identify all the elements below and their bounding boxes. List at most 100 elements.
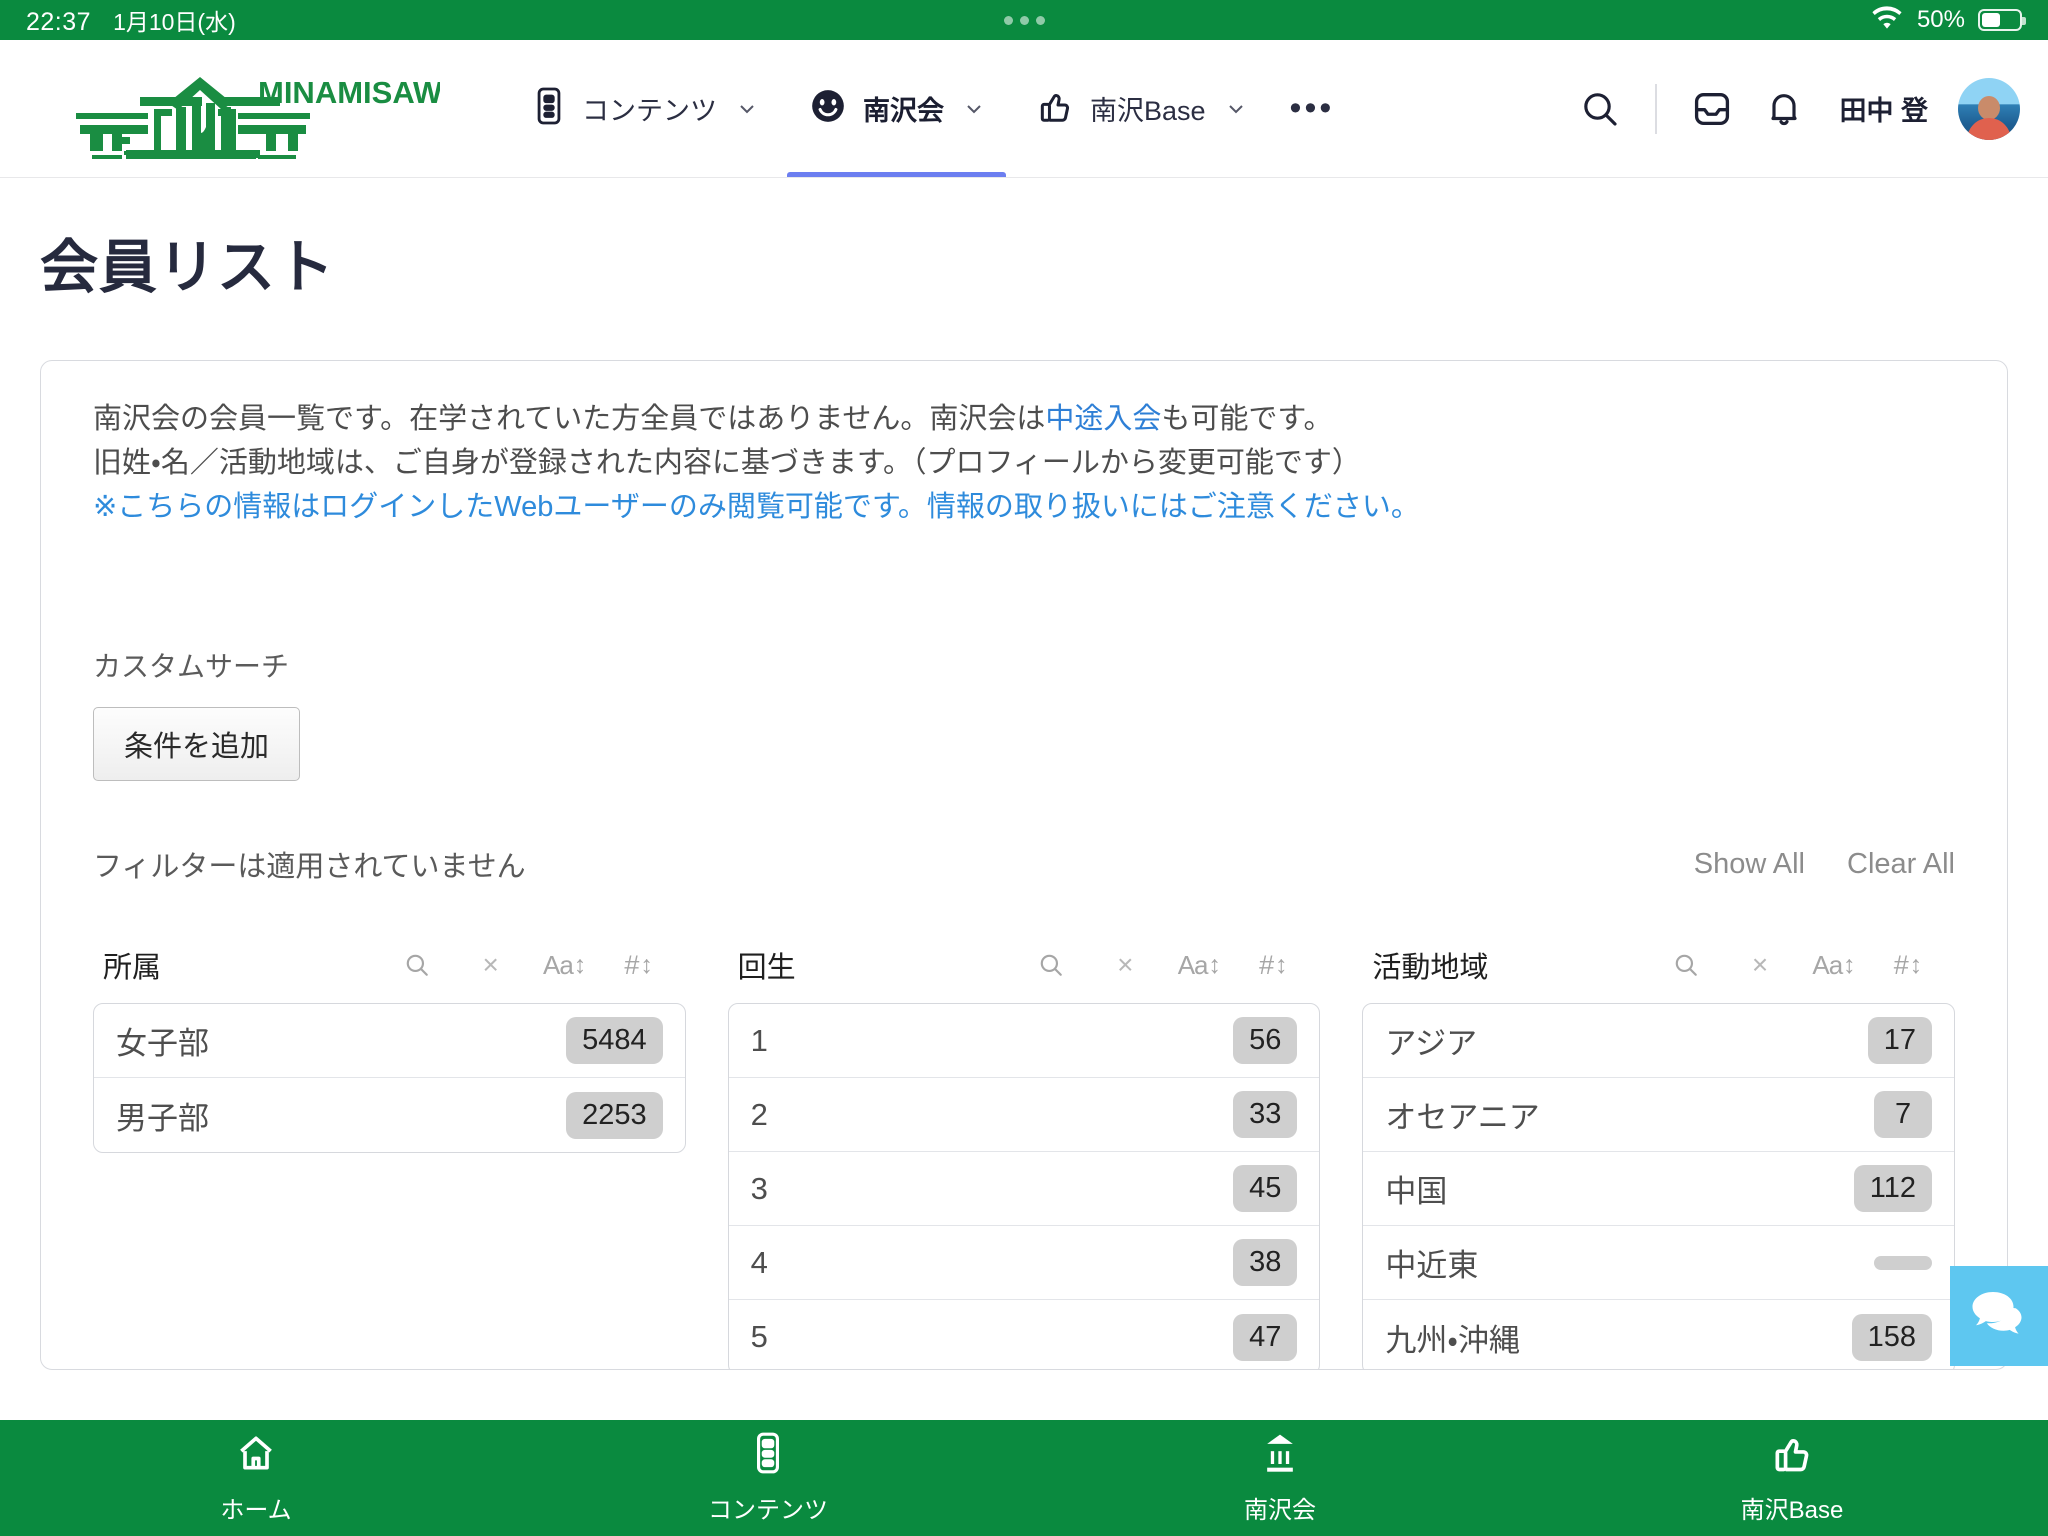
nav-item-label: コンテンツ <box>582 96 717 126</box>
chat-bubbles-icon <box>1970 1288 2028 1345</box>
facet-column-kaisei: 回生 × Aa ↕ # ↕ 1 56 2 33 3 45 4 38 5 47 <box>727 943 1321 1369</box>
nav-item-minamisawakai[interactable]: 南沢会 <box>783 40 1010 177</box>
custom-search-label: カスタムサーチ <box>93 651 290 683</box>
facet-item-count: 112 <box>1853 1165 1933 1213</box>
status-bar-right: 50% <box>1870 5 2026 36</box>
document-icon <box>746 1431 790 1480</box>
facet-item-count: 158 <box>1851 1313 1933 1361</box>
list-item[interactable]: 3 45 <box>728 1152 1320 1227</box>
show-all-button[interactable]: Show All <box>1694 848 1805 881</box>
list-item[interactable]: 4 38 <box>728 1226 1320 1301</box>
filter-bar: フィルターは適用されていません Show All Clear All <box>93 843 1955 885</box>
facet-sort-alpha-arrows: ↕ <box>1843 950 1856 979</box>
facet-sort-alpha-arrows: ↕ <box>573 950 587 979</box>
facet-search-icon[interactable] <box>1014 943 1088 987</box>
facet-sort-alpha-label: Aa <box>1177 949 1209 980</box>
status-date: 1月10日(水) <box>113 9 236 35</box>
list-item[interactable]: オセアニア 7 <box>1363 1078 1955 1153</box>
search-icon[interactable] <box>1569 78 1631 140</box>
app-root: 22:37 1月10日(水) 50% MINAMISAW コンテンツ 南沢会 南… <box>0 0 2048 1536</box>
facet-sort-alpha-icon[interactable]: Aa ↕ <box>1162 943 1236 987</box>
minamisawa-logo[interactable]: MINAMISAWA <box>40 40 440 177</box>
battery-percent: 50% <box>1916 6 1965 33</box>
facet-sort-numeric-icon[interactable]: # ↕ <box>1871 943 1945 987</box>
status-center-indicator <box>0 15 2048 25</box>
main-content: 会員リスト 南沢会の会員一覧です。在学されていた方全員ではありません。南沢会は中… <box>0 178 2048 1420</box>
facet-list: 女子部 5484 男子部 2253 <box>93 1003 686 1154</box>
description-note: ※こちらの情報はログインしたWebユーザーのみ閲覧可能です。情報の取り扱いにはご… <box>93 491 1420 524</box>
facet-list: 1 56 2 33 3 45 4 38 5 47 <box>727 1003 1321 1369</box>
bottom-tab-bar: ホーム コンテンツ 南沢会 南沢Base <box>0 1420 2048 1536</box>
list-item[interactable]: 中近東 <box>1363 1226 1955 1301</box>
filter-actions: Show All Clear All <box>1694 848 1955 881</box>
nav-item-contents[interactable]: コンテンツ <box>506 40 783 177</box>
description-line-1: 南沢会の会員一覧です。在学されていた方全員ではありません。南沢会は中途入会も可能… <box>93 397 1955 441</box>
list-item[interactable]: 1 56 <box>728 1004 1320 1079</box>
list-item[interactable]: 2 33 <box>728 1078 1320 1153</box>
facet-item-count: 5484 <box>566 1017 663 1065</box>
facet-sort-numeric-label: # <box>1259 949 1275 980</box>
facet-item-label: 1 <box>750 1022 768 1058</box>
list-item[interactable]: アジア 17 <box>1363 1004 1955 1079</box>
avatar[interactable] <box>1958 77 2020 140</box>
battery-icon <box>1978 9 2026 31</box>
add-condition-button[interactable]: 条件を追加 <box>93 707 301 782</box>
facet-item-count: 7 <box>1874 1091 1933 1139</box>
description-block: 南沢会の会員一覧です。在学されていた方全員ではありません。南沢会は中途入会も可能… <box>67 397 1981 529</box>
chat-widget-button[interactable] <box>1950 1266 2048 1366</box>
filter-status-text: フィルターは適用されていません <box>93 851 526 884</box>
chevron-down-icon <box>737 99 757 119</box>
app-header: MINAMISAWA コンテンツ <box>0 40 2048 178</box>
facet-item-count: 2253 <box>566 1091 663 1139</box>
facet-sort-numeric-icon[interactable]: # ↕ <box>602 943 676 987</box>
facet-clear-icon[interactable]: × <box>1723 943 1797 987</box>
facet-item-label: アジア <box>1385 1026 1478 1062</box>
tab-minamisawakai[interactable]: 南沢会 <box>1024 1420 1536 1536</box>
tab-label: 南沢Base <box>1740 1497 1844 1524</box>
header-divider <box>1655 83 1658 134</box>
list-item[interactable]: 5 47 <box>729 1300 1320 1369</box>
tab-home[interactable]: ホーム <box>0 1420 512 1536</box>
member-list-panel: 南沢会の会員一覧です。在学されていた方全員ではありません。南沢会は中途入会も可能… <box>40 360 2008 1370</box>
facet-sort-alpha-icon[interactable]: Aa ↕ <box>528 943 602 987</box>
facet-search-icon[interactable] <box>380 943 454 987</box>
tab-label: ホーム <box>220 1497 292 1524</box>
nav-more-button[interactable]: ••• <box>1272 40 1353 177</box>
chuuto-nyuukai-link[interactable]: 中途入会 <box>1045 403 1161 435</box>
clear-all-button[interactable]: Clear All <box>1847 848 1955 881</box>
facet-search-icon[interactable] <box>1649 943 1723 987</box>
nav-item-label: 南沢Base <box>1090 96 1206 126</box>
bank-icon <box>1258 1431 1302 1480</box>
facet-sort-alpha-icon[interactable]: Aa ↕ <box>1797 943 1871 987</box>
list-item[interactable]: 九州・沖縄 158 <box>1363 1300 1954 1369</box>
facet-clear-icon[interactable]: × <box>454 943 528 987</box>
tab-contents[interactable]: コンテンツ <box>512 1420 1024 1536</box>
facet-sort-numeric-arrows: ↕ <box>640 950 653 979</box>
tab-label: コンテンツ <box>708 1497 828 1524</box>
list-item[interactable]: 男子部 2253 <box>94 1078 685 1152</box>
facet-sort-alpha-arrows: ↕ <box>1208 950 1222 979</box>
dot-icon <box>1035 15 1045 25</box>
user-name[interactable]: 田中 登 <box>1839 89 1928 128</box>
facet-item-label: オセアニア <box>1385 1100 1540 1136</box>
inbox-icon[interactable] <box>1681 78 1743 140</box>
home-icon <box>234 1431 278 1480</box>
facet-tools: × Aa ↕ # ↕ <box>380 943 676 987</box>
facet-sort-numeric-icon[interactable]: # ↕ <box>1236 943 1310 987</box>
smiley-face-icon <box>809 87 847 130</box>
facet-columns: 所属 × Aa ↕ # ↕ 女子部 5484 男子部 2253 回生 × Aa … <box>93 943 1956 1369</box>
thumbs-up-icon <box>1036 87 1074 130</box>
bell-icon[interactable] <box>1753 78 1815 140</box>
facet-item-count: 38 <box>1233 1239 1298 1287</box>
tab-minamisawa-base[interactable]: 南沢Base <box>1536 1420 2048 1536</box>
facet-sort-numeric-label: # <box>1893 949 1909 980</box>
facet-column-shozoku: 所属 × Aa ↕ # ↕ 女子部 5484 男子部 2253 <box>93 943 686 1369</box>
facet-item-label: 男子部 <box>116 1100 209 1136</box>
list-item[interactable]: 中国 112 <box>1363 1152 1955 1227</box>
facet-item-label: 女子部 <box>116 1026 209 1062</box>
facet-item-label: 中近東 <box>1385 1248 1479 1284</box>
nav-item-minamisawa-base[interactable]: 南沢Base <box>1010 40 1272 177</box>
facet-clear-icon[interactable]: × <box>1088 943 1162 987</box>
list-item[interactable]: 女子部 5484 <box>94 1004 685 1079</box>
facet-item-label: 2 <box>750 1096 768 1132</box>
